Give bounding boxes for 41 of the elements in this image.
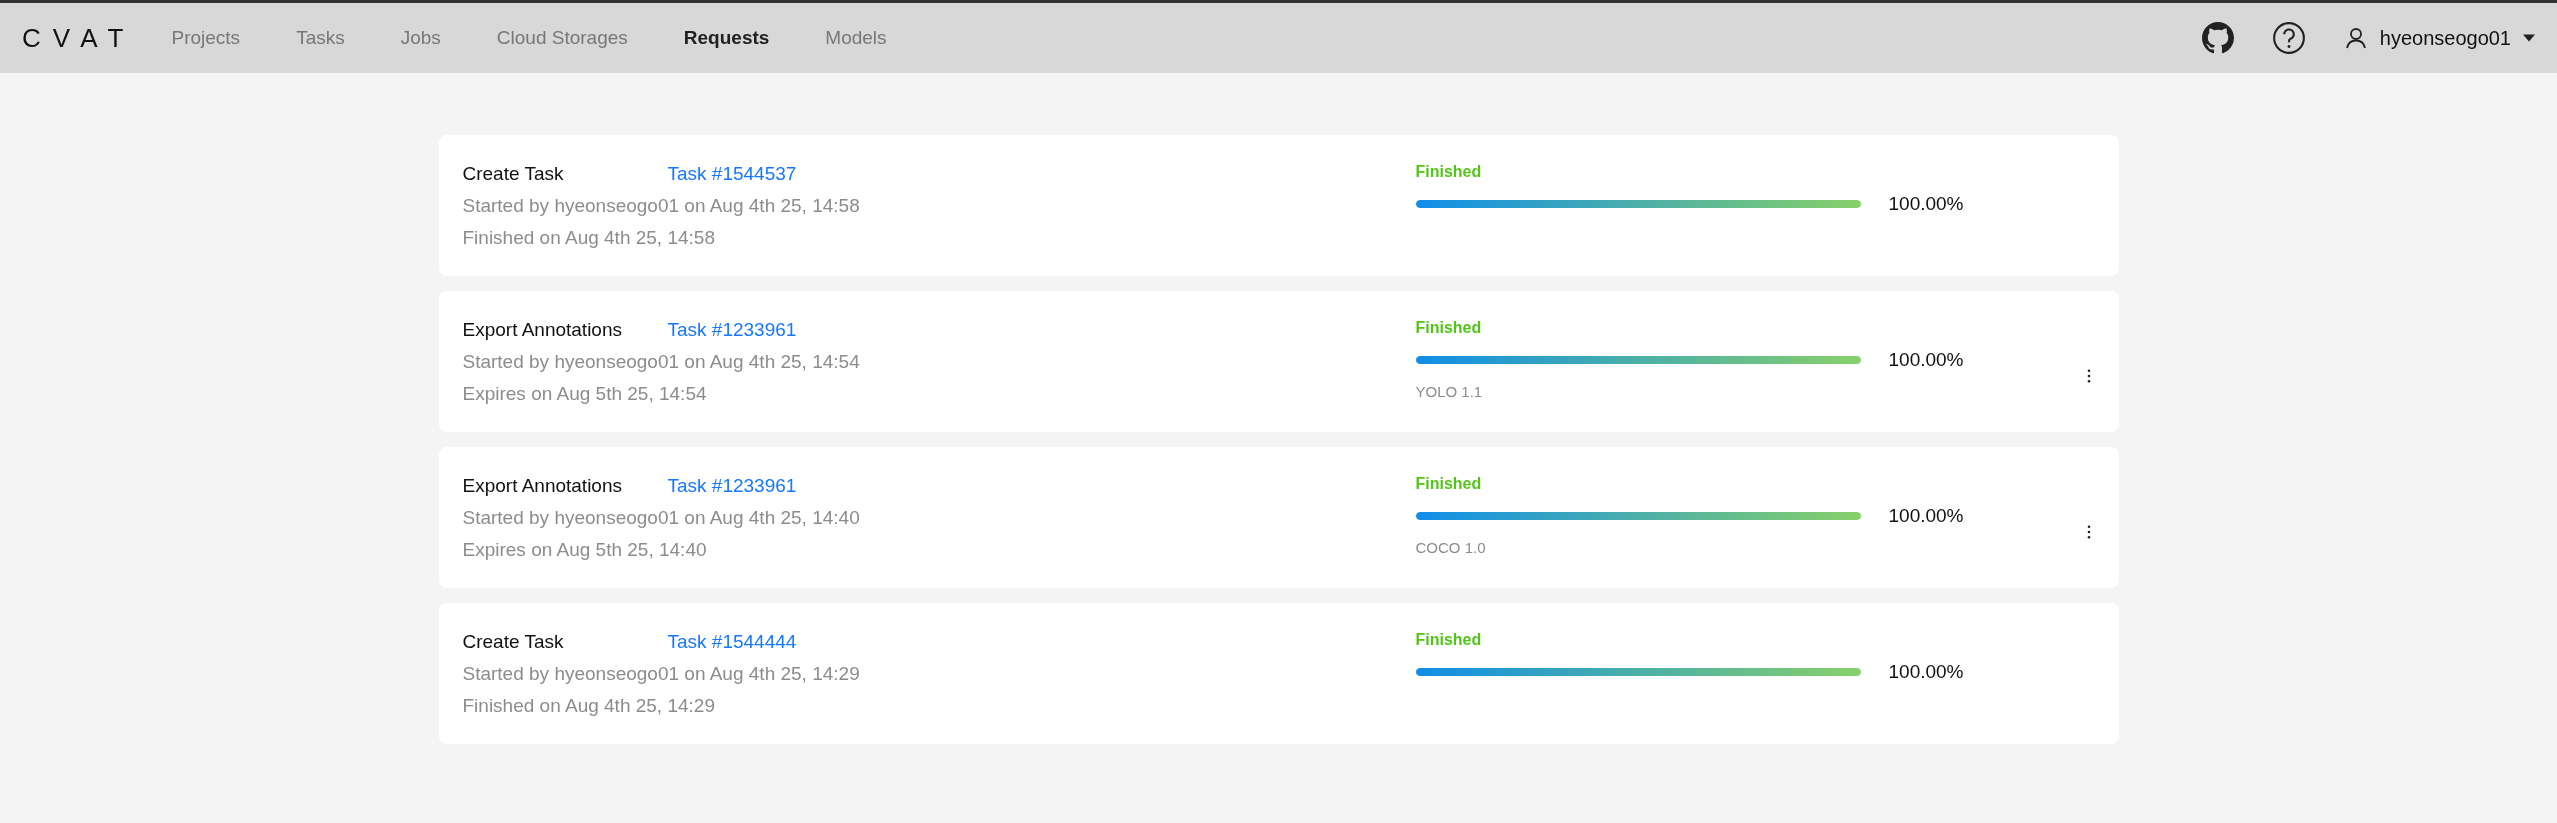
started-text: Started by hyeonseogo01 on Aug 4th 25, 14:29	[462, 663, 861, 685]
started-text: Started by hyeonseogo01 on Aug 4th 25, 14:40	[462, 507, 861, 529]
caret-icon	[2523, 34, 2535, 42]
user-icon	[2343, 26, 2368, 50]
status-text: Finished	[1415, 163, 1483, 181]
more-icon	[2086, 368, 2091, 383]
request-type: Create Task	[462, 163, 565, 185]
nav-link[interactable]: Jobs	[400, 27, 441, 49]
task-link[interactable]: Task #1233961	[667, 475, 797, 497]
request-type: Export Annotations	[462, 475, 623, 497]
end-time-text: Finished on Aug 4th 25, 14:29	[462, 695, 716, 717]
help-icon[interactable]	[2271, 21, 2306, 55]
progress-percent: 100.00%	[1888, 193, 1964, 215]
progress-percent: 100.00%	[1888, 661, 1964, 683]
logo[interactable]: CVAT	[22, 22, 136, 54]
task-link[interactable]: Task #1544444	[667, 631, 797, 653]
status-text: Finished	[1415, 475, 1483, 493]
end-time-text: Expires on Aug 5th 25, 14:54	[462, 383, 708, 405]
nav-link[interactable]: Models	[825, 27, 887, 49]
nav-link[interactable]: Requests	[683, 27, 770, 49]
more-icon	[2086, 524, 2091, 539]
nav-link[interactable]: Projects	[171, 27, 241, 49]
format-text: YOLO 1.1	[1415, 383, 1484, 400]
task-link[interactable]: Task #1233961	[667, 319, 797, 341]
request-type: Create Task	[462, 631, 565, 653]
started-text: Started by hyeonseogo01 on Aug 4th 25, 14:58	[462, 195, 861, 217]
task-link[interactable]: Task #1544537	[667, 163, 797, 185]
status-text: Finished	[1415, 631, 1483, 649]
request-type: Export Annotations	[462, 319, 623, 341]
format-text: COCO 1.0	[1415, 539, 1487, 556]
progress-percent: 100.00%	[1888, 349, 1964, 371]
started-text: Started by hyeonseogo01 on Aug 4th 25, 14:54	[462, 351, 861, 373]
nav-link[interactable]: Tasks	[296, 27, 345, 49]
end-time-text: Expires on Aug 5th 25, 14:40	[462, 539, 708, 561]
status-text: Finished	[1415, 319, 1483, 337]
nav-link[interactable]: Cloud Storages	[496, 27, 628, 49]
user-menu[interactable]: hyeonseogo01	[2343, 26, 2535, 50]
github-icon[interactable]	[2201, 22, 2234, 54]
username: hyeonseogo01	[2379, 26, 2511, 50]
progress-percent: 100.00%	[1888, 505, 1964, 527]
end-time-text: Finished on Aug 4th 25, 14:58	[462, 227, 716, 249]
